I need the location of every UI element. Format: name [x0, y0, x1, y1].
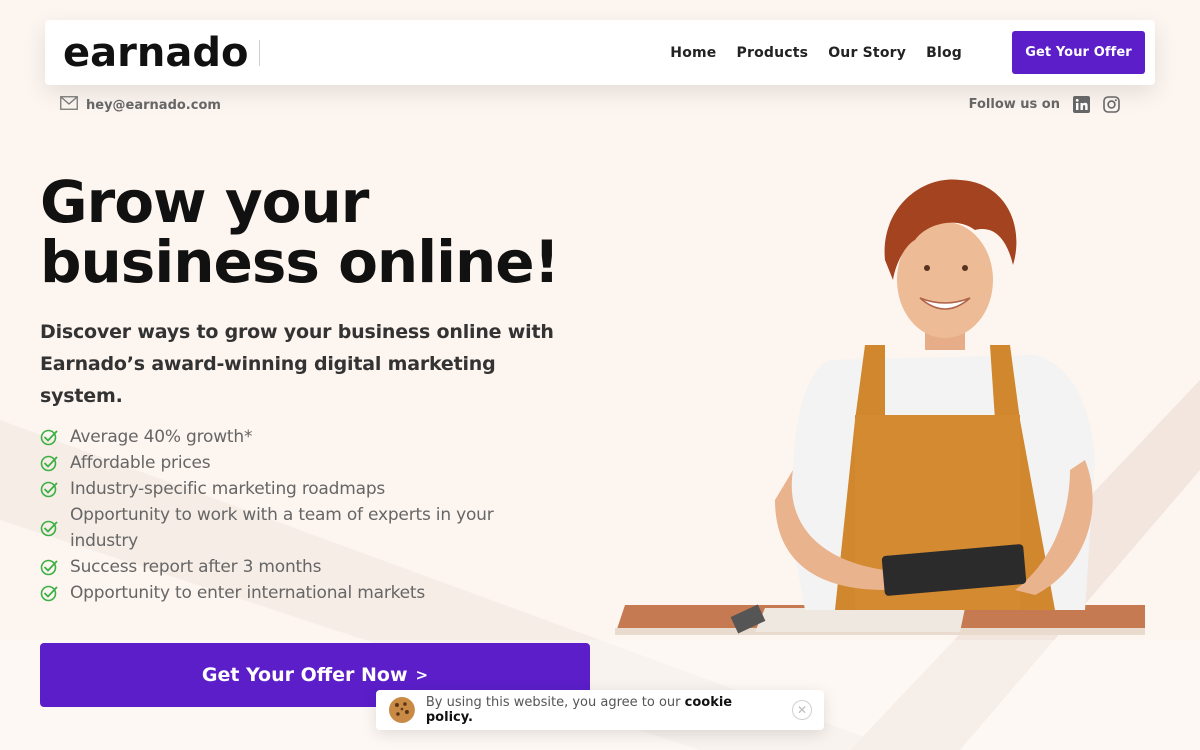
site-header: earnado Home Products Our Story Blog Get…: [45, 20, 1155, 85]
list-item: Average 40% growth*: [40, 424, 560, 450]
feature-text: Success report after 3 months: [70, 557, 322, 577]
list-item: Industry-specific marketing roadmaps: [40, 476, 560, 502]
logo[interactable]: earnado: [63, 30, 248, 76]
hero-title-line2: business online!: [40, 228, 560, 296]
cookie-text: By using this website, you agree to our …: [426, 695, 782, 725]
check-icon: [40, 429, 58, 446]
close-icon[interactable]: ✕: [792, 700, 813, 720]
hero-photo: [615, 179, 1145, 635]
feature-text: Affordable prices: [70, 453, 211, 473]
email-text: hey@earnado.com: [86, 97, 221, 113]
check-icon: [40, 455, 58, 472]
hero-title-line1: Grow your: [40, 168, 369, 236]
check-icon: [40, 481, 58, 498]
nav-home[interactable]: Home: [670, 45, 716, 61]
chevron-right-icon: >: [415, 666, 429, 684]
list-item: Opportunity to enter international marke…: [40, 580, 560, 606]
follow-label: Follow us on: [968, 96, 1060, 112]
instagram-icon[interactable]: [1102, 95, 1120, 113]
contact-email[interactable]: hey@earnado.com: [60, 96, 221, 114]
list-item: Success report after 3 months: [40, 554, 560, 580]
list-item: Affordable prices: [40, 450, 560, 476]
feature-list: Average 40% growth* Affordable prices In…: [40, 424, 560, 606]
linkedin-icon[interactable]: [1072, 95, 1090, 113]
cta-label: Get Your Offer Now: [201, 664, 408, 686]
get-offer-button[interactable]: Get Your Offer: [1012, 31, 1145, 74]
social-links: Follow us on: [969, 95, 1120, 113]
feature-text: Average 40% growth*: [70, 427, 253, 447]
cookie-banner: By using this website, you agree to our …: [376, 690, 824, 730]
check-icon: [40, 520, 58, 537]
nav-our-story[interactable]: Our Story: [828, 45, 906, 61]
check-icon: [40, 585, 58, 602]
nav-products[interactable]: Products: [737, 45, 809, 61]
feature-text: Opportunity to enter international marke…: [70, 583, 426, 603]
cookie-icon: [388, 697, 415, 723]
feature-text: Opportunity to work with a team of exper…: [70, 505, 494, 551]
logo-divider: [259, 40, 260, 66]
list-item: Opportunity to work with a team of exper…: [40, 502, 560, 554]
feature-text: Industry-specific marketing roadmaps: [70, 479, 386, 499]
cookie-message: By using this website, you agree to our: [425, 695, 681, 710]
nav-blog[interactable]: Blog: [926, 45, 962, 61]
hero-title: Grow your business online!: [40, 172, 600, 292]
check-icon: [40, 559, 58, 576]
hero-subtitle: Discover ways to grow your business onli…: [40, 321, 554, 407]
mail-icon: [60, 96, 78, 114]
main-nav: Home Products Our Story Blog: [670, 20, 962, 85]
